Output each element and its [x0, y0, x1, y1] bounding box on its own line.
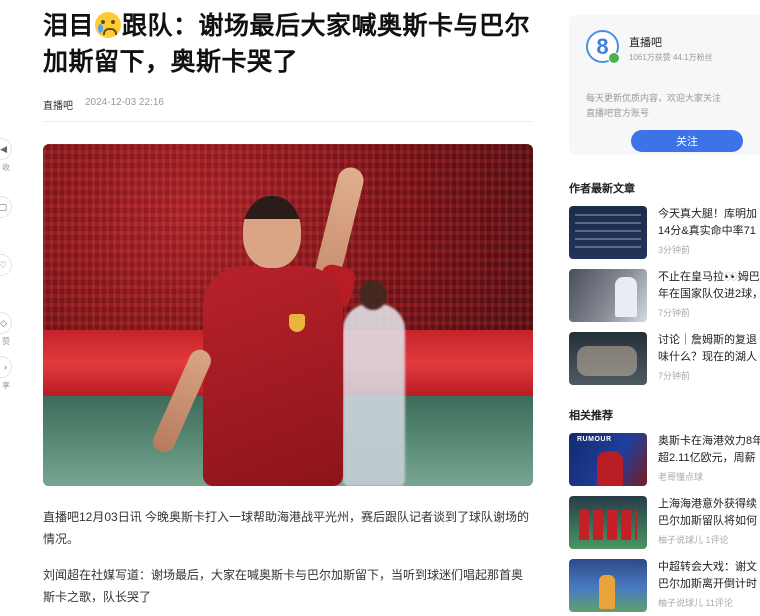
verified-icon [608, 52, 620, 64]
article-headline[interactable]: 今天真大腿！库明加 14分&真实命中率71 [658, 206, 760, 240]
thumb-up-icon[interactable]: ◇ [0, 312, 12, 334]
article: 泪目 跟队：谢场最后大家喊奥斯卡与巴尔加斯留下，奥斯卡哭了 直播吧 2024-12… [43, 0, 533, 608]
latest-article-item[interactable]: 今天真大腿！库明加 14分&真实命中率71 3分钟前 [569, 206, 760, 259]
comment-icon[interactable]: ▢ [0, 196, 12, 218]
related-title: 相关推荐 [569, 410, 613, 422]
article-title: 泪目 跟队：谢场最后大家喊奥斯卡与巴尔加斯留下，奥斯卡哭了 [43, 8, 533, 80]
title-prefix: 泪目 [43, 12, 95, 40]
article-source: 柚子说球儿 11评论 [658, 598, 733, 608]
article-meta: 直播吧 2024-12-03 22:16 [43, 97, 533, 112]
sharebar-label-like: 赞 [2, 337, 10, 346]
author-link[interactable]: 直播吧 [43, 97, 73, 112]
article-paragraph: 刘闻超在社媒写道：谢场最后，大家在喊奥斯卡与巴尔加斯留下，当听到球迷们唱起那首奥… [43, 568, 524, 604]
article-thumbnail[interactable] [569, 496, 647, 549]
author-name[interactable]: 直播吧 [629, 34, 662, 50]
share-bar: ◀ 收 ▢ ♡ ◇ 赞 › 享 [0, 138, 12, 392]
author-description: 每天更新优质内容，欢迎大家关注 直播吧官方账号 [586, 93, 722, 118]
author-card: 8 直播吧 1061万获赞 44.1万粉丝 每天更新优质内容，欢迎大家关注 直播… [569, 15, 760, 155]
player-figure [149, 164, 383, 486]
related-article-item[interactable]: 上海海港意外获得续 巴尔加斯留队将如何 柚子说球儿 1评论 [569, 496, 760, 549]
related-article-item[interactable]: 中超转会大戏：谢文 巴尔加斯离开倒计时 柚子说球儿 11评论 [569, 559, 760, 612]
club-badge [289, 314, 305, 332]
article-headline[interactable]: 讨论｜詹姆斯的复退 味什么？现在的湖人 [658, 332, 760, 366]
author-avatar[interactable]: 8 [586, 30, 620, 64]
article-thumbnail[interactable]: RUMOUR [569, 433, 647, 486]
article-time: 3分钟前 [658, 245, 691, 255]
article-time: 7分钟前 [658, 308, 691, 318]
article-time: 7分钟前 [658, 371, 691, 381]
article-headline[interactable]: 中超转会大戏：谢文 巴尔加斯离开倒计时 [658, 559, 760, 593]
article-thumbnail[interactable] [569, 559, 647, 612]
divider [43, 121, 533, 122]
sharebar-label-collect: 收 [2, 163, 10, 172]
latest-article-item[interactable]: 讨论｜詹姆斯的复退 味什么？现在的湖人 7分钟前 [569, 332, 760, 385]
like-icon[interactable]: ♡ [0, 254, 12, 276]
article-headline[interactable]: 上海海港意外获得续 巴尔加斯留队将如何 [658, 496, 760, 530]
article-headline[interactable]: 不止在皇马拉👀姆巴 年在国家队仅进2球， [658, 269, 760, 303]
latest-article-item[interactable]: 不止在皇马拉👀姆巴 年在国家队仅进2球， 7分钟前 [569, 269, 760, 322]
audio-icon[interactable]: ◀ [0, 138, 12, 160]
article-paragraph: 直播吧12月03日讯 今晚奥斯卡打入一球帮助海港战平光州，赛后跟队记者谈到了球队… [43, 510, 530, 546]
latest-articles-title: 作者最新文章 [569, 183, 635, 195]
hero-image [43, 144, 533, 486]
thumbnail-label: RUMOUR [577, 436, 612, 443]
article-source: 柚子说球儿 1评论 [658, 535, 729, 545]
follow-button[interactable]: 关注 [631, 130, 743, 152]
article-headline[interactable]: 奥斯卡在海港效力8年 超2.11亿欧元，周薪 [658, 433, 760, 467]
publish-date: 2024-12-03 22:16 [85, 97, 164, 108]
article-thumbnail[interactable] [569, 332, 647, 385]
related-article-item[interactable]: RUMOUR 奥斯卡在海港效力8年 超2.11亿欧元，周薪 老哥懂点球 [569, 433, 760, 486]
article-source: 老哥懂点球 [658, 472, 704, 482]
crying-face-icon [95, 12, 122, 38]
sidebar: 8 直播吧 1061万获赞 44.1万粉丝 每天更新优质内容，欢迎大家关注 直播… [569, 0, 760, 612]
sharebar-label-share: 享 [2, 381, 10, 390]
author-stats: 1061万获赞 44.1万粉丝 [629, 53, 713, 62]
article-thumbnail[interactable] [569, 206, 647, 259]
article-thumbnail[interactable] [569, 269, 647, 322]
share-icon[interactable]: › [0, 356, 12, 378]
